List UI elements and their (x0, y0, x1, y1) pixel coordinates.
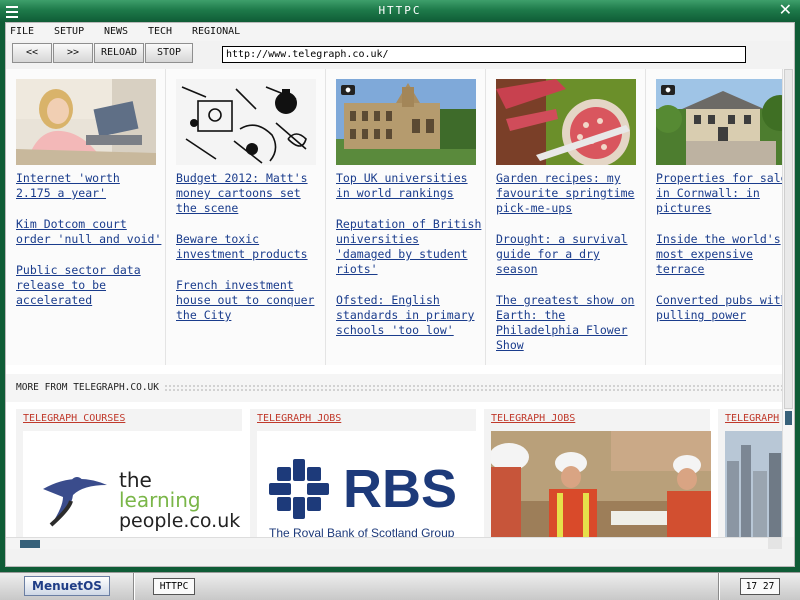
stop-button[interactable]: STOP (145, 43, 193, 63)
menu-setup[interactable]: SETUP (54, 26, 84, 37)
vertical-scroll-thumb[interactable] (784, 69, 793, 409)
vertical-scroll-marker[interactable] (785, 411, 792, 425)
news-thumbnail-university[interactable]: ● (336, 79, 476, 165)
toolbar: << >> RELOAD STOP http://www.telegraph.c… (6, 41, 794, 67)
reload-button[interactable]: RELOAD (94, 43, 144, 63)
menu-tech[interactable]: TECH (148, 26, 172, 37)
news-link[interactable]: Public sector data release to be acceler… (16, 263, 166, 308)
news-link[interactable]: Internet 'worth 2.175 a year' (16, 171, 166, 201)
news-link[interactable]: Budget 2012: Matt's money cartoons set t… (176, 171, 326, 216)
clock: 17 27 (740, 578, 780, 595)
news-link[interactable]: Ofsted: English standards in primary sch… (336, 293, 486, 338)
more-from-label: MORE FROM TELEGRAPH.CO.UK (16, 382, 163, 393)
close-icon[interactable]: ✕ (779, 1, 794, 19)
menu-bar: FILE SETUP NEWS TECH REGIONAL (6, 23, 794, 41)
news-link[interactable]: Reputation of British universities 'dama… (336, 217, 486, 277)
browser-window: HTTPC ✕ FILE SETUP NEWS TECH REGIONAL <<… (0, 0, 800, 572)
promo-image-city[interactable] (725, 431, 782, 537)
promo-image-workers[interactable] (491, 431, 711, 537)
camera-icon: ● (661, 85, 675, 95)
promo-label[interactable]: TELEGRAPH COURSES (23, 413, 125, 424)
news-column-gardening: Garden recipes: my favourite springtime … (486, 69, 646, 365)
menu-news[interactable]: NEWS (104, 26, 128, 37)
news-column-technology: Internet 'worth 2.175 a year' Kim Dotcom… (6, 69, 166, 365)
window-title: HTTPC (378, 4, 422, 17)
taskbar-separator (718, 573, 720, 600)
logo-people: people.co.uk (119, 510, 240, 532)
news-column-property: ● Properties for sale in Cornwall: in pi… (646, 69, 782, 365)
camera-icon: ● (341, 85, 355, 95)
news-link[interactable]: Drought: a survival guide for a dry seas… (496, 232, 646, 277)
news-column-education: ● Top UK universities in world rankings … (326, 69, 486, 365)
promo-label[interactable]: TELEGRAPH JOBS (491, 413, 575, 424)
promo-label[interactable]: TELEGRAPH (725, 413, 779, 424)
menu-regional[interactable]: REGIONAL (192, 26, 240, 37)
taskbar-item-httpc[interactable]: HTTPC (153, 578, 195, 595)
more-from-section-header: MORE FROM TELEGRAPH.CO.UK (6, 374, 782, 402)
vertical-scrollbar[interactable] (782, 69, 794, 537)
learning-people-logo[interactable]: the learning people.co.uk (23, 431, 243, 537)
news-column-money: Budget 2012: Matt's money cartoons set t… (166, 69, 326, 365)
news-link[interactable]: Garden recipes: my favourite springtime … (496, 171, 646, 216)
news-link[interactable]: Beware toxic investment products (176, 232, 326, 262)
news-link[interactable]: Properties for sale in Cornwall: in pict… (656, 171, 782, 216)
news-link[interactable]: Inside the world's most expensive terrac… (656, 232, 782, 277)
news-thumbnail-woman-laptop[interactable] (16, 79, 156, 165)
news-thumbnail-garden-recipe[interactable] (496, 79, 636, 165)
address-input[interactable]: http://www.telegraph.co.uk/ (222, 46, 746, 63)
title-bar[interactable]: HTTPC ✕ (0, 0, 800, 22)
taskbar-separator (133, 573, 135, 600)
news-thumbnail-house[interactable]: ● (656, 79, 782, 165)
horizontal-scroll-thumb[interactable] (20, 540, 40, 548)
forward-button[interactable]: >> (53, 43, 93, 63)
promo-jobs-rbs[interactable]: TELEGRAPH JOBS RBS The Royal Bank of Sco… (250, 409, 477, 537)
news-thumbnail-cartoons[interactable] (176, 79, 316, 165)
news-link[interactable]: Top UK universities in world rankings (336, 171, 486, 201)
promo-courses[interactable]: TELEGRAPH COURSES the learning people.co… (16, 409, 243, 537)
back-button[interactable]: << (12, 43, 52, 63)
logo-learning: learning (119, 488, 201, 512)
news-link[interactable]: Converted pubs with pulling power (656, 293, 782, 323)
menu-file[interactable]: FILE (10, 26, 34, 37)
promo-telegraph[interactable]: TELEGRAPH (718, 409, 782, 537)
start-menu-button[interactable]: MenuetOS (24, 576, 110, 596)
logo-rbs-sub: The Royal Bank of Scotland Group (269, 526, 455, 537)
horizontal-scrollbar[interactable] (6, 537, 782, 549)
app-client-area: FILE SETUP NEWS TECH REGIONAL << >> RELO… (5, 22, 795, 567)
news-link[interactable]: The greatest show on Earth: the Philadel… (496, 293, 646, 353)
rbs-logo[interactable]: RBS The Royal Bank of Scotland Group (257, 431, 477, 537)
promo-jobs-workers[interactable]: TELEGRAPH JOBS (484, 409, 711, 537)
logo-rbs: RBS (343, 459, 457, 519)
taskbar: MenuetOS HTTPC 17 27 (0, 572, 800, 600)
scroll-corner (768, 538, 782, 549)
news-link[interactable]: Kim Dotcom court order 'null and void' (16, 217, 166, 247)
page-viewport: Internet 'worth 2.175 a year' Kim Dotcom… (6, 69, 782, 537)
promo-label[interactable]: TELEGRAPH JOBS (257, 413, 341, 424)
news-link[interactable]: French investment house out to conquer t… (176, 278, 326, 323)
